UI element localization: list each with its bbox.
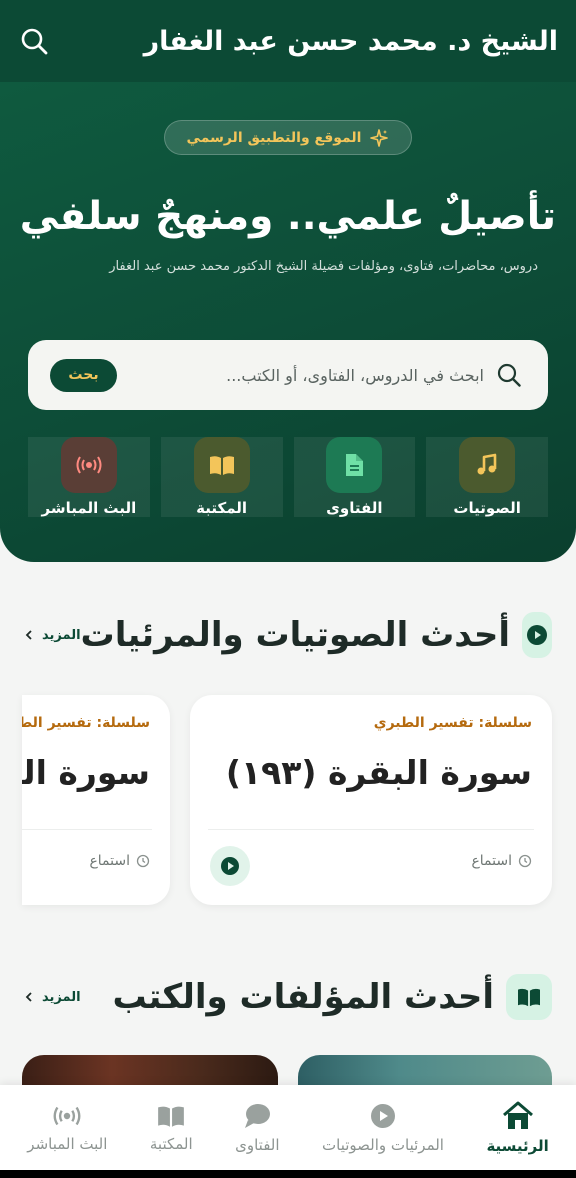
books-section-header: أحدث المؤلفات والكتب المزيد (24, 972, 552, 1022)
audio-card[interactable]: سلسلة: تفسير الطبري سورة البقرة استماع (22, 695, 170, 905)
clock-icon (518, 854, 532, 868)
nav-live[interactable]: البث المباشر (27, 1103, 107, 1153)
search-submit-button[interactable]: بحث (50, 358, 117, 392)
book-icon (506, 974, 552, 1020)
home-icon (502, 1101, 533, 1129)
more-link[interactable]: المزيد (24, 628, 81, 643)
system-bar (0, 1170, 576, 1178)
listen-info: استماع (471, 853, 532, 869)
audio-section-header: أحدث الصوتيات والمرئيات المزيد (24, 610, 552, 660)
section-title: أحدث المؤلفات والكتب (112, 977, 494, 1017)
more-label: المزيد (42, 627, 81, 643)
music-note-icon (459, 437, 516, 493)
nav-label: البث المباشر (27, 1134, 108, 1153)
category-fatwas[interactable]: الفتاوى (293, 437, 416, 517)
play-circle-icon (371, 1103, 395, 1128)
book-icon (193, 437, 250, 493)
hero-headline: تأصيلٌ علمي.. ومنهجٌ سلفي (19, 194, 556, 239)
category-grid: الصوتيات الفتاوى المكتبة البث المباشر (28, 437, 548, 517)
clock-icon (136, 854, 150, 868)
broadcast-icon (53, 1106, 81, 1125)
nav-home[interactable]: الرئيسية (486, 1101, 549, 1155)
category-library[interactable]: المكتبة (160, 437, 283, 517)
category-label: الفتاوى (326, 499, 383, 517)
app-header: الشيخ د. محمد حسن عبد الغفار (0, 0, 576, 82)
hero-subtitle: دروس، محاضرات، فتاوى، ومؤلفات فضيلة الشي… (109, 259, 538, 274)
chevron-left-icon (25, 630, 32, 640)
category-label: المكتبة (196, 499, 248, 517)
audio-card[interactable]: سلسلة: تفسير الطبري سورة البقرة (١٩٣) اس… (190, 695, 552, 905)
listen-label: استماع (471, 853, 512, 869)
nav-label: الفتاوى (235, 1135, 280, 1154)
card-series: سلسلة: تفسير الطبري (22, 715, 150, 731)
badge-label: الموقع والتطبيق الرسمي (186, 129, 362, 146)
sparkle-icon (370, 128, 389, 147)
play-circle-icon (522, 612, 552, 658)
search-bar[interactable]: ابحث في الدروس، الفتاوى، أو الكتب... بحث (28, 340, 548, 410)
official-badge: الموقع والتطبيق الرسمي (164, 120, 412, 155)
listen-label: استماع (89, 853, 130, 869)
card-divider (22, 829, 152, 830)
category-label: الصوتيات (453, 499, 521, 517)
play-icon (221, 857, 239, 875)
nav-fatwas[interactable]: الفتاوى (235, 1102, 280, 1154)
play-button[interactable] (210, 846, 250, 886)
section-title: أحدث الصوتيات والمرئيات (80, 615, 511, 655)
document-icon (326, 437, 383, 493)
card-divider (208, 829, 534, 830)
card-title: سورة البقرة (22, 753, 150, 792)
more-label: المزيد (42, 989, 81, 1005)
nav-media[interactable]: المرئيات والصوتيات (322, 1102, 444, 1154)
more-link[interactable]: المزيد (24, 990, 81, 1005)
category-audio[interactable]: الصوتيات (426, 437, 548, 517)
card-title: سورة البقرة (١٩٣) (225, 753, 532, 792)
bottom-navigation: الرئيسية المرئيات والصوتيات الفتاوى المك… (0, 1085, 576, 1170)
chat-bubble-icon (245, 1103, 271, 1128)
category-label: البث المباشر (41, 499, 137, 517)
nav-label: المرئيات والصوتيات (322, 1135, 444, 1154)
broadcast-icon (60, 437, 117, 493)
book-icon (158, 1106, 185, 1127)
chevron-left-icon (25, 992, 32, 1002)
search-input[interactable]: ابحث في الدروس، الفتاوى، أو الكتب... (117, 366, 484, 385)
nav-label: المكتبة (149, 1134, 193, 1153)
listen-info: استماع (89, 853, 150, 869)
card-series: سلسلة: تفسير الطبري (373, 715, 532, 731)
nav-library[interactable]: المكتبة (150, 1103, 193, 1153)
app-title: الشيخ د. محمد حسن عبد الغفار (143, 25, 558, 57)
search-field-icon (494, 360, 524, 390)
search-icon[interactable] (18, 25, 50, 57)
nav-label: الرئيسية (486, 1136, 549, 1155)
category-live[interactable]: البث المباشر (28, 437, 150, 517)
hero-section: الموقع والتطبيق الرسمي تأصيلٌ علمي.. ومن… (0, 82, 576, 562)
